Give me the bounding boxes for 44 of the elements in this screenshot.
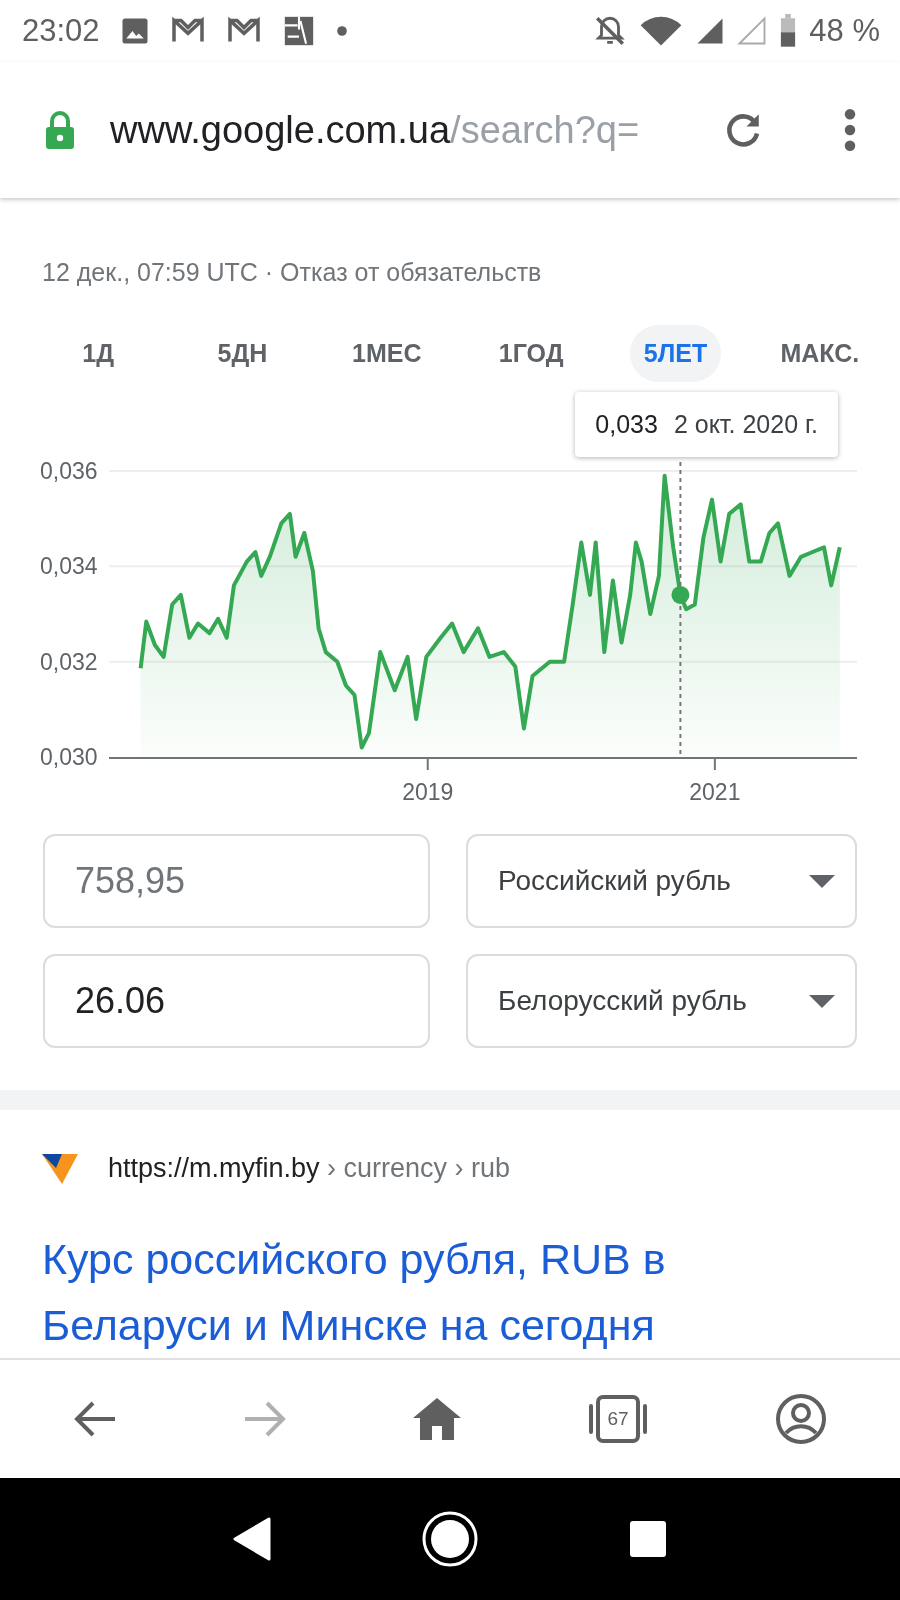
axis-label: 0,036: [40, 458, 98, 484]
range-tab[interactable]: 5ЛЕТ: [629, 325, 722, 382]
battery-icon: [779, 14, 798, 48]
currency-select[interactable]: Российский рубль: [466, 834, 857, 928]
address-field[interactable]: www.google.com.ua/search?q=: [110, 108, 688, 152]
mail-icon: [225, 17, 262, 45]
axis-label: 2019: [402, 779, 454, 805]
timestamp-text: 12 дек., 07:59 UTC · Отказ от обязательств: [41, 257, 543, 288]
result-title-link[interactable]: Курс российского рубля, RUB в Беларуси и Минске на сегодня: [42, 1226, 802, 1358]
axis-label: 0,032: [40, 648, 98, 675]
more-menu-icon[interactable]: [844, 109, 856, 151]
axis-label: 2021: [689, 779, 741, 805]
range-tab[interactable]: 1ГОД: [484, 325, 578, 382]
axis-label: 0,034: [40, 553, 98, 580]
range-tab[interactable]: МАКС.: [766, 325, 874, 382]
range-tab[interactable]: 5ДН: [203, 325, 282, 382]
range-tab[interactable]: 1Д: [68, 325, 128, 382]
dot-icon: [335, 25, 348, 37]
caret-icon: [809, 874, 835, 888]
lock-icon: [44, 111, 76, 149]
back-arrow-icon[interactable]: [73, 1401, 117, 1437]
battery-percent: 48 %: [809, 13, 880, 49]
tooltip-value: 0,033: [595, 410, 658, 439]
data-point-marker: [671, 585, 690, 604]
site-logo-icon: [42, 1152, 78, 1184]
axis-label: 0,030: [40, 744, 98, 770]
signal-icon: [737, 16, 768, 46]
amount-field[interactable]: 758,95: [43, 834, 430, 928]
range-tab[interactable]: 1МЕС: [338, 325, 436, 382]
bell-off-icon: [593, 14, 628, 48]
caret-icon: [809, 994, 835, 1008]
back-icon[interactable]: [233, 1517, 271, 1561]
mail-icon: [169, 17, 206, 45]
signal-icon: [695, 16, 726, 46]
account-icon[interactable]: [775, 1393, 827, 1445]
home-icon[interactable]: [421, 1510, 479, 1568]
result-url[interactable]: https://m.myfin.by › currency › rub: [108, 1152, 511, 1184]
currency-select[interactable]: Белорусский рубль: [466, 954, 857, 1048]
recents-icon[interactable]: [629, 1520, 667, 1558]
status-time: 23:02: [22, 13, 100, 49]
wifi-icon: [639, 15, 684, 47]
tooltip-date: 2 окт. 2020 г.: [673, 410, 818, 439]
home-icon[interactable]: [413, 1398, 461, 1440]
amount-field[interactable]: 26.06: [43, 954, 430, 1048]
